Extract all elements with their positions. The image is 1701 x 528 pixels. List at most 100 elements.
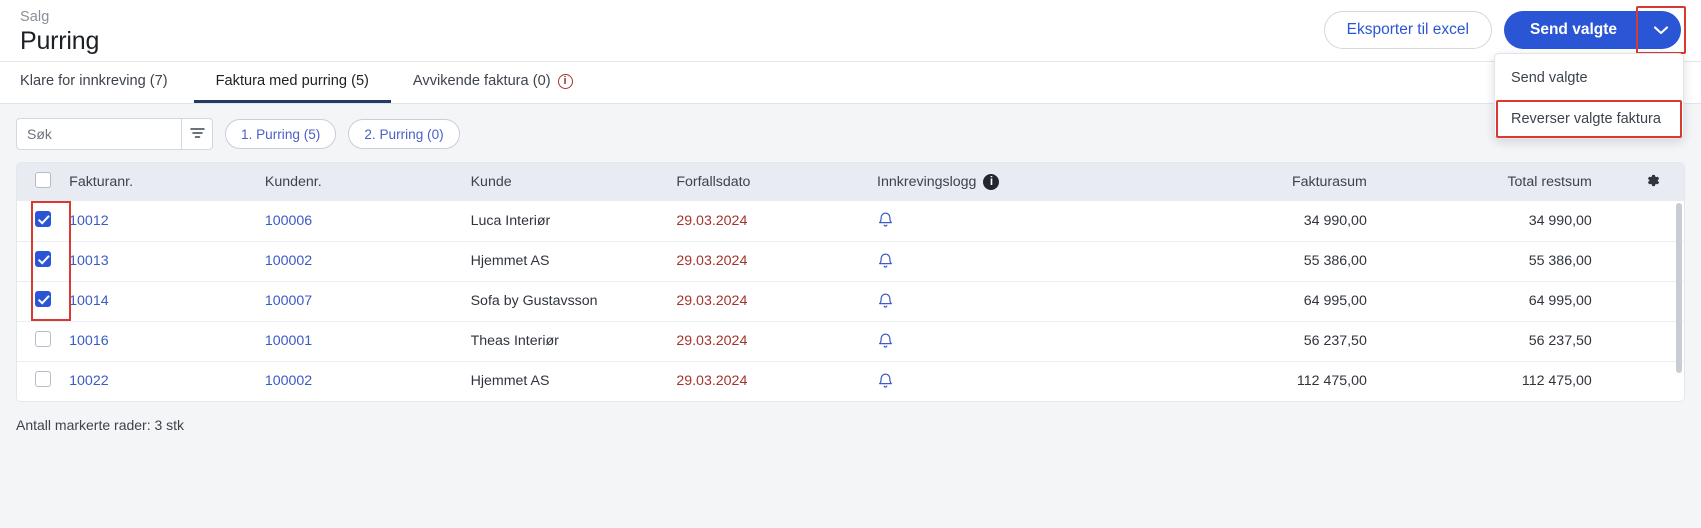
send-selected-dropdown-menu: Send valgte Reverser valgte faktura (1494, 53, 1684, 139)
tab-label: Faktura med purring (5) (215, 73, 369, 89)
table-toolbar: 1. Purring (5) 2. Purring (0) (0, 104, 1701, 162)
filter-button[interactable] (181, 118, 213, 150)
column-label: Forfallsdato (676, 174, 751, 190)
menu-item-label: Reverser valgte faktura (1511, 111, 1661, 127)
cell-total-restsum: 112 475,00 (1521, 373, 1592, 390)
purring-page: Salg Purring Eksporter til excel Send va… (0, 0, 1701, 528)
cell-innkrevingslogg (871, 361, 1112, 401)
tab-label: Klare for innkreving (7) (20, 73, 168, 89)
column-header-kunde[interactable]: Kunde (465, 163, 671, 201)
cell-forfallsdato: 29.03.2024 (676, 333, 748, 349)
column-settings (1644, 163, 1684, 201)
column-label: Total restsum (1507, 174, 1592, 190)
cell-innkrevingslogg (871, 321, 1112, 361)
invoice-table: Fakturanr. Kundenr. Kunde Forfallsdato I… (17, 163, 1684, 401)
cell-fakturanr[interactable]: 10022 (63, 361, 259, 401)
menu-item-send-valgte[interactable]: Send valgte (1495, 60, 1683, 96)
table-body: 10012 100006 Luca Interiør 29.03.2024 34… (17, 201, 1684, 401)
bell-icon[interactable] (877, 211, 1106, 230)
column-label: Innkrevingslogg (877, 174, 977, 190)
menu-item-label: Send valgte (1511, 70, 1588, 86)
cell-innkrevingslogg (871, 281, 1112, 321)
row-select-cell (17, 201, 63, 241)
cell-kunde: Hjemmet AS (470, 253, 550, 269)
cell-fakturasum: 64 995,00 (1303, 293, 1367, 309)
cell-kundenr[interactable]: 100002 (259, 241, 465, 281)
table-row[interactable]: 10016 100001 Theas Interiør 29.03.2024 5… (17, 321, 1684, 361)
bell-icon[interactable] (877, 332, 1106, 351)
table-row[interactable]: 10012 100006 Luca Interiør 29.03.2024 34… (17, 201, 1684, 241)
search-group (16, 118, 213, 150)
column-label: Fakturanr. (69, 174, 134, 190)
search-input[interactable] (16, 118, 181, 150)
table-row[interactable]: 10022 100002 Hjemmet AS 29.03.2024 112 4… (17, 361, 1684, 401)
column-header-forfallsdato[interactable]: Forfallsdato (670, 163, 871, 201)
cell-kundenr[interactable]: 100001 (259, 321, 465, 361)
gear-icon[interactable] (1644, 174, 1661, 193)
select-all-checkbox[interactable] (35, 172, 51, 188)
cell-kunde: Luca Interiør (470, 212, 551, 229)
send-selected-button[interactable]: Send valgte (1504, 11, 1641, 49)
row-checkbox[interactable] (35, 251, 51, 267)
selected-rows-note: Antall markerte rader: 3 stk (16, 417, 185, 433)
cell-kundenr[interactable]: 100006 (259, 201, 465, 241)
bell-icon[interactable] (877, 372, 1106, 391)
table-row[interactable]: 10014 100007 Sofa by Gustavsson 29.03.20… (17, 281, 1684, 321)
chip-filter-1-purring[interactable]: 1. Purring (5) (225, 119, 337, 149)
send-selected-split-button: Send valgte (1504, 6, 1686, 54)
send-selected-dropdown-toggle[interactable] (1636, 6, 1686, 54)
row-checkbox[interactable] (35, 371, 51, 388)
cell-innkrevingslogg (871, 201, 1112, 241)
tab-faktura-med-purring[interactable]: Faktura med purring (5) (193, 62, 391, 103)
cell-forfallsdato: 29.03.2024 (676, 373, 748, 390)
column-label: Kundenr. (264, 174, 322, 190)
tab-klare-for-innkreving[interactable]: Klare for innkreving (7) (20, 62, 194, 103)
row-checkbox[interactable] (35, 331, 51, 347)
menu-item-reverser-valgte-faktura[interactable]: Reverser valgte faktura (1495, 100, 1683, 138)
bell-icon[interactable] (877, 292, 1106, 311)
cell-kunde: Hjemmet AS (470, 373, 550, 390)
row-select-cell (17, 361, 63, 401)
column-label: Fakturasum (1291, 174, 1367, 190)
tab-bar: Klare for innkreving (7) Faktura med pur… (0, 62, 1701, 104)
row-select-cell (17, 321, 63, 361)
chip-filter-2-purring[interactable]: 2. Purring (0) (348, 119, 460, 149)
info-icon[interactable]: i (983, 174, 1000, 190)
cell-fakturasum: 55 386,00 (1303, 253, 1367, 269)
cell-innkrevingslogg (871, 241, 1112, 281)
row-select-cell (17, 241, 63, 281)
chevron-down-icon (1653, 23, 1669, 38)
cell-forfallsdato: 29.03.2024 (676, 293, 748, 309)
info-icon[interactable]: i (557, 73, 573, 89)
row-checkbox[interactable] (35, 210, 51, 227)
export-to-excel-button[interactable]: Eksporter til excel (1323, 11, 1492, 49)
cell-kundenr[interactable]: 100002 (259, 361, 465, 401)
tab-avvikende-faktura[interactable]: Avvikende faktura (0) i (391, 62, 595, 103)
bell-icon[interactable] (877, 252, 1106, 271)
cell-fakturasum: 112 475,00 (1296, 373, 1367, 390)
row-select-cell (17, 281, 63, 321)
row-checkbox[interactable] (35, 291, 51, 307)
header-actions: Eksporter til excel Send valgte (1323, 6, 1686, 54)
column-header-innkrevingslogg[interactable]: Innkrevingslogg i (871, 163, 1112, 201)
cell-total-restsum: 64 995,00 (1528, 293, 1592, 309)
cell-fakturasum: 56 237,50 (1303, 333, 1367, 349)
column-header-fakturanr[interactable]: Fakturanr. (63, 163, 259, 201)
column-header-total-restsum[interactable]: Total restsum (1373, 163, 1644, 201)
table-row[interactable]: 10013 100002 Hjemmet AS 29.03.2024 55 38… (17, 241, 1684, 281)
cell-fakturanr[interactable]: 10014 (63, 281, 259, 321)
table-vertical-scrollbar[interactable] (1676, 203, 1682, 373)
cell-fakturanr[interactable]: 10012 (63, 201, 259, 241)
column-header-kundenr[interactable]: Kundenr. (259, 163, 465, 201)
column-header-fakturasum[interactable]: Fakturasum (1112, 163, 1373, 201)
cell-fakturanr[interactable]: 10013 (63, 241, 259, 281)
table-header-row: Fakturanr. Kundenr. Kunde Forfallsdato I… (17, 163, 1684, 201)
filter-icon (189, 127, 205, 142)
cell-forfallsdato: 29.03.2024 (676, 212, 748, 229)
cell-forfallsdato: 29.03.2024 (676, 253, 748, 269)
cell-kundenr[interactable]: 100007 (259, 281, 465, 321)
invoice-table-card: Fakturanr. Kundenr. Kunde Forfallsdato I… (16, 162, 1685, 402)
page-header: Salg Purring Eksporter til excel Send va… (0, 0, 1701, 62)
cell-total-restsum: 34 990,00 (1528, 212, 1592, 229)
cell-fakturanr[interactable]: 10016 (63, 321, 259, 361)
